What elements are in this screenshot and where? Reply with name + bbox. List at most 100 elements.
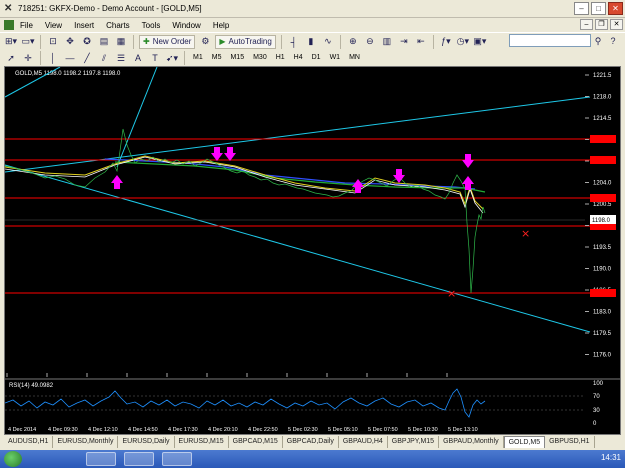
time-tick-label: 5 Dec 13:10 xyxy=(448,427,478,433)
rsi-header: RSI(14) 49.0982 xyxy=(9,383,54,389)
equidistant-channel-icon[interactable]: ⫽ xyxy=(97,51,111,65)
timeframe-m30[interactable]: M30 xyxy=(250,52,270,64)
chart-tab[interactable]: EURUSD,Daily xyxy=(118,436,175,448)
chart-tabs: AUDUSD,H1 EURUSD,Monthly EURUSD,Daily EURUS… xyxy=(4,436,621,449)
price-chart[interactable]: GOLD,M5 1198.0 1198.2 1197.8 1198.0 × × xyxy=(5,67,620,434)
auto-scroll-icon[interactable]: ⇥ xyxy=(397,35,411,49)
chart-tab[interactable]: GBPCAD,Daily xyxy=(283,436,339,448)
indicators-icon[interactable]: ƒ▾ xyxy=(439,35,453,49)
timeframe-h1[interactable]: H1 xyxy=(273,52,288,64)
toolbar-separator xyxy=(280,34,282,49)
zoom-in-icon[interactable]: ⊕ xyxy=(346,35,360,49)
autotrading-label: AutoTrading xyxy=(228,37,272,46)
rsi-axis[interactable]: 100 70 30 0 xyxy=(593,381,604,427)
text-tool-icon[interactable]: A xyxy=(131,51,145,65)
candlestick-icon[interactable]: ▮ xyxy=(304,35,318,49)
help-icon[interactable]: ? xyxy=(606,34,620,48)
menu-bar: File View Insert Charts Tools Window Hel… xyxy=(0,18,625,32)
minimize-button[interactable]: – xyxy=(574,2,589,15)
price-tick-label: 1179.5 xyxy=(593,331,612,337)
taskbar-app[interactable] xyxy=(86,452,116,466)
new-order-button[interactable]: ✚ New Order xyxy=(139,34,196,49)
timeframe-mn[interactable]: MN xyxy=(346,52,363,64)
chart-tab[interactable]: EURUSD,M15 xyxy=(175,436,229,448)
chart-tab[interactable]: GBPAUD,Monthly xyxy=(439,436,504,448)
timeframe-h4[interactable]: H4 xyxy=(291,52,306,64)
current-price-label: 1198.0 xyxy=(592,218,611,224)
chart-tab[interactable]: GBPUSD,H1 xyxy=(545,436,595,448)
menu-tools[interactable]: Tools xyxy=(142,21,161,30)
time-tick-label: 5 Dec 10:30 xyxy=(408,427,438,433)
chart-shift-icon[interactable]: ⇤ xyxy=(414,35,428,49)
trendline-icon[interactable]: ╱ xyxy=(80,51,94,65)
title-bar: ✕ 718251: GKFX-Demo - Demo Account - [GO… xyxy=(0,0,625,18)
menu-file[interactable]: File xyxy=(20,21,33,30)
time-tick-label: 4 Dec 2014 xyxy=(8,427,36,433)
rsi-line xyxy=(5,388,486,418)
timeframe-w1[interactable]: W1 xyxy=(327,52,344,64)
taskbar-clock: 14:31 xyxy=(600,453,621,462)
maximize-button[interactable]: □ xyxy=(591,2,606,15)
search-icon[interactable]: ⚲ xyxy=(591,34,605,48)
horizontal-line-icon[interactable]: — xyxy=(63,51,77,65)
taskbar-app[interactable] xyxy=(124,452,154,466)
menu-help[interactable]: Help xyxy=(213,21,229,30)
time-tick-label: 4 Dec 22:50 xyxy=(248,427,278,433)
menu-insert[interactable]: Insert xyxy=(74,21,94,30)
chart-window[interactable]: GOLD,M5 1198.0 1198.2 1197.8 1198.0 × × xyxy=(4,66,621,435)
chart-tab[interactable]: GBPJPY,M15 xyxy=(388,436,440,448)
close-button[interactable]: ✕ xyxy=(608,2,623,15)
text-label-tool-icon[interactable]: T xyxy=(148,51,162,65)
menu-window[interactable]: Window xyxy=(172,21,200,30)
chart-tab[interactable]: EURUSD,Monthly xyxy=(53,436,119,448)
chart-tab[interactable]: GOLD,M5 xyxy=(503,436,546,448)
bar-chart-icon[interactable]: ┤ xyxy=(287,35,301,49)
toolbar-separator xyxy=(184,51,185,65)
data-window-icon[interactable]: ✥ xyxy=(63,35,77,49)
periods-icon[interactable]: ◷▾ xyxy=(456,35,470,49)
toolbar-separator xyxy=(133,34,134,49)
arrows-icon[interactable]: ➹▾ xyxy=(165,51,179,65)
window-controls: – □ ✕ xyxy=(574,2,623,15)
toolbar-separator xyxy=(339,34,341,49)
menu-view[interactable]: View xyxy=(45,21,62,30)
search-input[interactable] xyxy=(509,34,591,47)
toolbar-separator xyxy=(40,51,41,65)
timeframe-d1[interactable]: D1 xyxy=(309,52,324,64)
cursor-icon[interactable]: ➚ xyxy=(4,51,18,65)
vertical-line-icon[interactable]: │ xyxy=(46,51,60,65)
timeframe-m15[interactable]: M15 xyxy=(227,52,247,64)
profiles-icon[interactable]: ▭▾ xyxy=(21,35,35,49)
chart-restore-button[interactable]: ❐ xyxy=(595,19,608,30)
chart-tab[interactable]: AUDUSD,H1 xyxy=(4,436,54,448)
templates-icon[interactable]: ▣▾ xyxy=(473,35,487,49)
start-button[interactable] xyxy=(4,451,22,467)
time-tick-label: 4 Dec 09:30 xyxy=(48,427,78,433)
chart-close-button[interactable]: ✕ xyxy=(610,19,623,30)
zoom-out-icon[interactable]: ⊖ xyxy=(363,35,377,49)
timeframe-m5[interactable]: M5 xyxy=(209,52,225,64)
chart-minimize-button[interactable]: – xyxy=(580,19,593,30)
line-studies-toolbar: ➚ ✛ │ — ╱ ⫽ ☰ A T ➹▾ M1 M5 M15 M30 H1 H4… xyxy=(0,50,625,66)
price-tick-label: 1200.5 xyxy=(593,202,612,208)
timeframe-m1[interactable]: M1 xyxy=(190,52,206,64)
taskbar: 14:31 xyxy=(0,450,625,468)
time-tick-label: 4 Dec 20:10 xyxy=(208,427,238,433)
crosshair-icon[interactable]: ✛ xyxy=(21,51,35,65)
navigator-icon[interactable]: ✪ xyxy=(80,35,94,49)
market-watch-icon[interactable]: ⊡ xyxy=(46,35,60,49)
tile-windows-icon[interactable]: ▥ xyxy=(380,35,394,49)
line-chart-icon[interactable]: ∿ xyxy=(321,35,335,49)
menu-charts[interactable]: Charts xyxy=(106,21,130,30)
fibonacci-icon[interactable]: ☰ xyxy=(114,51,128,65)
chart-tab[interactable]: GBPCAD,M15 xyxy=(229,436,283,448)
time-tick-label: 5 Dec 02:30 xyxy=(288,427,318,433)
terminal-icon[interactable]: ▤ xyxy=(97,35,111,49)
chart-tab[interactable]: GBPAUD,H4 xyxy=(339,436,388,448)
new-chart-icon[interactable]: ⊞▾ xyxy=(4,35,18,49)
expert-icon[interactable]: ⚙ xyxy=(198,35,212,49)
rsi-tick-label: 70 xyxy=(593,394,600,400)
taskbar-app[interactable] xyxy=(162,452,192,466)
strategy-tester-icon[interactable]: ▦ xyxy=(114,35,128,49)
autotrading-button[interactable]: ▶ AutoTrading xyxy=(215,34,276,49)
